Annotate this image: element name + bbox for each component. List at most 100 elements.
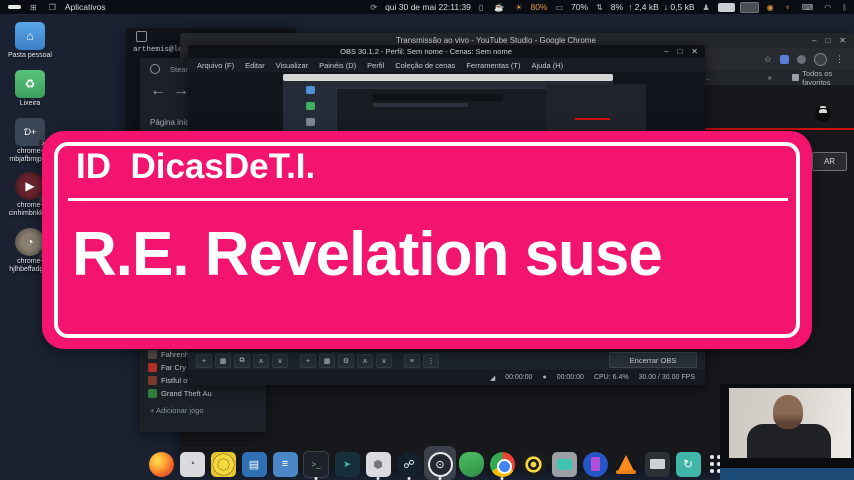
dock-obs[interactable]: ⊙ xyxy=(427,449,453,479)
firefox-icon xyxy=(149,452,174,477)
clock[interactable]: qui 30 de mai 22:11:39 xyxy=(385,2,471,12)
game-name: Grand Theft Au xyxy=(161,389,212,398)
desktop-icon-trash[interactable]: ♻ Lixeira xyxy=(2,70,58,108)
keyboard-layout-indicator[interactable] xyxy=(718,3,735,12)
folder-icon xyxy=(792,74,799,81)
phone-link-icon xyxy=(583,452,608,477)
speaker-icon xyxy=(211,452,236,477)
dock-vlc[interactable] xyxy=(613,449,639,479)
chrome-minimize-button[interactable]: – xyxy=(812,36,816,45)
dock-terminal[interactable]: >_ xyxy=(303,449,329,479)
bookmarks-overflow-icon[interactable]: » xyxy=(768,73,772,82)
add-scene-button[interactable]: + xyxy=(196,354,212,368)
person-body xyxy=(747,424,831,458)
dock-notes[interactable]: ≡ xyxy=(272,449,298,479)
obs-menu-tools[interactable]: Ferramentas (T) xyxy=(466,61,520,70)
chrome-maximize-button[interactable]: □ xyxy=(825,36,830,45)
obs-close-button[interactable]: ✕ xyxy=(691,47,698,56)
scene-up-button[interactable]: ∧ xyxy=(253,354,269,368)
memory-value[interactable]: 70% xyxy=(571,2,588,12)
dock-updater[interactable]: ↻ xyxy=(675,449,701,479)
keyboard-tray-icon[interactable]: ⌨ xyxy=(802,3,814,12)
studio-partial-button[interactable]: AR xyxy=(812,152,847,171)
obs-menu-edit[interactable]: Editar xyxy=(245,61,265,70)
mini-folder-icon xyxy=(306,86,315,94)
window-list-icon[interactable]: ❐ xyxy=(49,3,56,12)
steam-back-icon[interactable]: ← xyxy=(150,82,166,100)
workspace-grid-icon[interactable]: ⊞ xyxy=(30,3,37,12)
steam-logo xyxy=(150,64,160,74)
monitor-icon xyxy=(552,452,577,477)
applications-menu[interactable]: Aplicativos xyxy=(65,2,106,12)
recorder-icon xyxy=(521,452,546,477)
remove-source-button[interactable]: ▦ xyxy=(319,354,335,368)
more-options-button[interactable]: ⋮ xyxy=(423,354,439,368)
history-icon[interactable]: ⟳ xyxy=(370,3,377,12)
console-icon: ➤ xyxy=(335,452,360,477)
desktop-icon-label: Lixeira xyxy=(2,100,58,108)
all-bookmarks-folder[interactable]: Todos os favoritos xyxy=(802,69,846,87)
dock-agenda[interactable]: ◔ xyxy=(179,449,205,479)
extensions-tray-icon[interactable]: ♟ xyxy=(703,3,710,12)
obs-maximize-button[interactable]: □ xyxy=(677,47,682,56)
profile-avatar[interactable] xyxy=(814,53,827,66)
caffeine-icon[interactable]: ☕ xyxy=(494,3,504,12)
chrome-menu-icon[interactable]: ⋮ xyxy=(835,54,844,65)
dock-chrome[interactable] xyxy=(489,449,515,479)
steam-game-row[interactable]: Grand Theft Au xyxy=(148,389,212,398)
distro-menu-icon[interactable] xyxy=(8,5,21,9)
dock-firefox[interactable] xyxy=(148,449,174,479)
dock-software[interactable]: ⬢ xyxy=(365,449,391,479)
desktop-icon-home[interactable]: ⌂ Pasta pessoal xyxy=(2,22,58,60)
obs-menu-file[interactable]: Arquivo (F) xyxy=(197,61,234,70)
brightness-value[interactable]: 80% xyxy=(530,2,547,12)
dock-microphone[interactable] xyxy=(458,449,484,479)
clipboard-icon[interactable]: ▯ xyxy=(479,3,483,12)
top-bar: ⊞ ❐ Aplicativos ⟳ qui 30 de mai 22:11:39… xyxy=(0,0,854,14)
dock-laptop[interactable] xyxy=(644,449,670,479)
bookmark-star-icon[interactable]: ☆ xyxy=(764,54,772,65)
cpu-value[interactable]: 8% xyxy=(611,2,623,12)
dock-steam[interactable]: ☍ xyxy=(396,449,422,479)
obs-menu-help[interactable]: Ajuda (H) xyxy=(532,61,564,70)
banner-channel-id: ID DicasDeT.I. xyxy=(76,147,315,187)
chrome-close-button[interactable]: ✕ xyxy=(839,36,846,45)
remove-scene-button[interactable]: ▦ xyxy=(215,354,231,368)
screen-share-indicator[interactable] xyxy=(740,2,759,13)
net-up-value[interactable]: ↑ 2,4 kB xyxy=(628,2,659,12)
chrome-icon xyxy=(490,452,515,477)
dock-documents[interactable]: ▤ xyxy=(241,449,267,479)
obs-menu-scene-collection[interactable]: Coleção de cenas xyxy=(395,61,455,70)
dock-phone[interactable] xyxy=(582,449,608,479)
dock-boxes[interactable] xyxy=(551,449,577,479)
obs-menu-docks[interactable]: Painéis (D) xyxy=(319,61,356,70)
steam-add-game-button[interactable]: + Adicionar jogo xyxy=(150,406,204,415)
obs-menu-view[interactable]: Visualizar xyxy=(276,61,308,70)
update-icon: ↻ xyxy=(676,452,701,477)
dock-recorder[interactable] xyxy=(520,449,546,479)
bluetooth-icon[interactable]: ᛒ xyxy=(842,3,847,12)
recording-tray-icon[interactable]: ◉ xyxy=(767,3,774,12)
steam-forward-icon[interactable]: → xyxy=(173,82,189,100)
dock-console[interactable]: ➤ xyxy=(334,449,360,479)
extension-icon[interactable] xyxy=(780,55,789,64)
obs-titlebar: OBS 30.1.2 - Perfil: Sem nome - Cenas: S… xyxy=(188,45,705,58)
mixer-options-button[interactable]: ≡ xyxy=(404,354,420,368)
source-up-button[interactable]: ∧ xyxy=(357,354,373,368)
end-obs-button[interactable]: Encerrar OBS xyxy=(609,352,697,368)
obs-minimize-button[interactable]: – xyxy=(664,47,668,56)
source-down-button[interactable]: ∨ xyxy=(376,354,392,368)
channel-avatar[interactable] xyxy=(815,106,831,122)
microphone-icon xyxy=(459,452,484,477)
wifi-icon[interactable]: ◠ xyxy=(824,3,831,12)
source-properties-button[interactable]: ⚙ xyxy=(338,354,354,368)
dock-speaker[interactable] xyxy=(210,449,236,479)
obs-menu-profile[interactable]: Perfil xyxy=(367,61,384,70)
duplicate-scene-button[interactable]: ⧉ xyxy=(234,354,250,368)
add-source-button[interactable]: + xyxy=(300,354,316,368)
net-down-value[interactable]: ↓ 0,5 kB xyxy=(664,2,695,12)
extension-2-icon[interactable] xyxy=(797,55,806,64)
scene-down-button[interactable]: ∨ xyxy=(272,354,288,368)
play-button-icon: ▶✕ xyxy=(15,172,45,200)
mic-tray-icon[interactable]: ♆ xyxy=(785,3,791,12)
